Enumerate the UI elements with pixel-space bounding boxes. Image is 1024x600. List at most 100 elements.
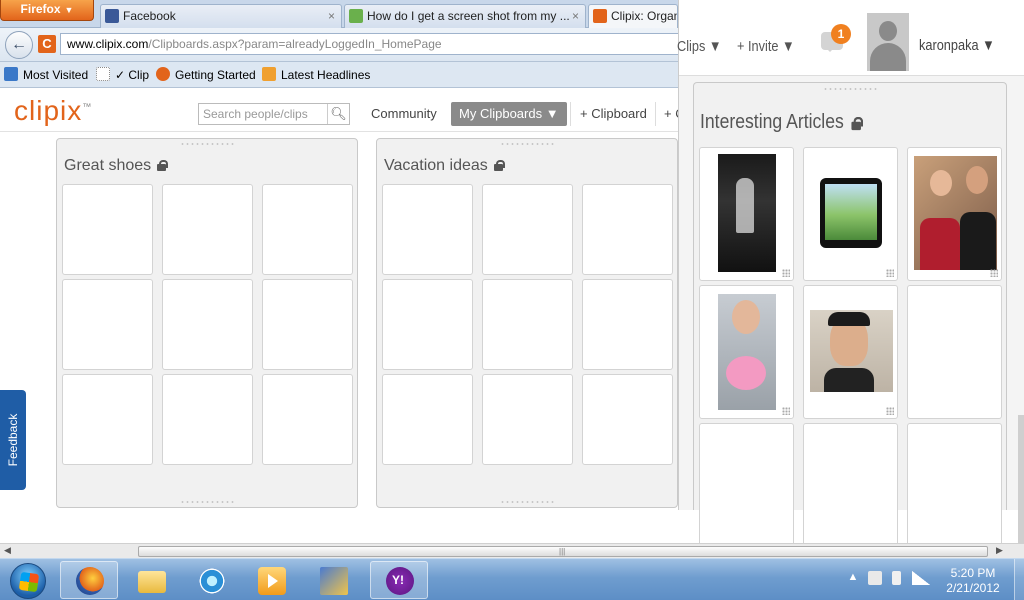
clipix-logo[interactable]: clipix™ xyxy=(14,95,92,127)
empty-clip-slot[interactable] xyxy=(382,374,473,465)
user-menu[interactable]: karonpaka ▼ xyxy=(919,37,995,54)
clipboard-vacation-ideas[interactable]: Vacation ideas xyxy=(376,138,678,508)
address-bar[interactable]: www.clipix.com/Clipboards.aspx?param=alr… xyxy=(60,33,678,55)
avatar[interactable] xyxy=(867,13,909,71)
show-desktop-button[interactable] xyxy=(1014,559,1024,600)
board-title[interactable]: Great shoes xyxy=(64,157,169,175)
empty-clip-slot[interactable] xyxy=(162,184,253,275)
bookmark-most-visited[interactable]: Most Visited xyxy=(4,67,88,82)
feedback-tab[interactable]: Feedback xyxy=(0,390,26,490)
drag-handle[interactable] xyxy=(180,142,234,146)
taskbar-app[interactable] xyxy=(304,561,362,599)
empty-clip-slot[interactable] xyxy=(262,184,353,275)
empty-clip-slot[interactable] xyxy=(482,184,573,275)
resize-handle[interactable] xyxy=(990,269,998,277)
bookmark-folder-icon xyxy=(4,67,18,81)
clip-couple-photo[interactable] xyxy=(907,147,1002,281)
facebook-icon xyxy=(105,9,119,23)
drag-handle[interactable] xyxy=(500,142,554,146)
clip-gps-device[interactable] xyxy=(803,147,898,281)
notification-badge[interactable]: 1 xyxy=(831,24,851,44)
drag-handle[interactable] xyxy=(500,500,554,504)
security-alert-icon[interactable] xyxy=(868,571,882,585)
clipboard-great-shoes[interactable]: Great shoes xyxy=(56,138,358,508)
close-icon[interactable]: × xyxy=(328,5,335,27)
scroll-left-arrow-icon[interactable]: ◀ xyxy=(4,545,11,556)
scroll-right-arrow-icon[interactable]: ▶ xyxy=(996,545,1003,556)
empty-clip-slot[interactable] xyxy=(907,423,1002,557)
taskbar-file-explorer[interactable] xyxy=(122,561,180,599)
bookmark-latest-headlines[interactable]: Latest Headlines xyxy=(262,67,370,82)
empty-clip-slot[interactable] xyxy=(62,184,153,275)
empty-clip-slot[interactable] xyxy=(482,374,573,465)
vertical-scrollbar-track[interactable] xyxy=(1018,415,1024,543)
clipboard-interesting-articles[interactable]: Interesting Articles xyxy=(693,82,1007,557)
drag-handle[interactable] xyxy=(180,500,234,504)
bookmark-label: ✓ Clip xyxy=(115,68,150,82)
battery-icon[interactable] xyxy=(892,571,901,585)
yahoo-messenger-icon xyxy=(386,567,414,595)
empty-clip-slot[interactable] xyxy=(582,374,673,465)
clock[interactable]: 5:20 PM 2/21/2012 xyxy=(930,566,1016,596)
clip-movie-poster[interactable] xyxy=(699,147,794,281)
community-link[interactable]: Community xyxy=(371,106,437,121)
taskbar-media-player[interactable] xyxy=(242,561,300,599)
search-input[interactable]: Search people/clips 🔍︎ xyxy=(198,103,350,125)
bookmark-getting-started[interactable]: Getting Started xyxy=(156,67,256,82)
unlock-icon[interactable] xyxy=(851,116,864,131)
bookmark-label: Getting Started xyxy=(175,68,256,82)
unlock-icon[interactable] xyxy=(157,160,169,171)
resize-handle[interactable] xyxy=(886,269,894,277)
tab-clipix[interactable]: Clipix: Organ xyxy=(588,4,678,28)
start-button[interactable] xyxy=(2,560,54,600)
empty-clip-slot[interactable] xyxy=(162,374,253,465)
empty-clip-slot[interactable] xyxy=(162,279,253,370)
empty-clip-slot[interactable] xyxy=(382,279,473,370)
horizontal-scrollbar[interactable]: ◀ ||| ▶ xyxy=(0,543,1024,558)
empty-clip-slot[interactable] xyxy=(262,279,353,370)
my-clipboards-button[interactable]: My Clipboards ▼ xyxy=(451,102,567,126)
empty-clip-slot[interactable] xyxy=(62,279,153,370)
back-arrow-icon[interactable]: ← xyxy=(5,31,33,59)
site-identity-icon[interactable]: C xyxy=(38,35,56,53)
empty-clip-slot[interactable] xyxy=(482,279,573,370)
empty-clip-slot[interactable] xyxy=(582,184,673,275)
taskbar-internet-explorer[interactable] xyxy=(182,561,240,599)
board-title[interactable]: Interesting Articles xyxy=(700,111,864,134)
unlock-icon[interactable] xyxy=(493,160,505,171)
close-icon[interactable]: × xyxy=(572,5,579,27)
answers-icon xyxy=(349,9,363,23)
empty-clip-slot[interactable] xyxy=(699,423,794,557)
clip-piggy-bank-photo[interactable] xyxy=(699,285,794,419)
empty-clip-slot[interactable] xyxy=(382,184,473,275)
clip-portrait-photo[interactable] xyxy=(803,285,898,419)
board-title[interactable]: Vacation ideas xyxy=(384,157,505,175)
add-clipboard-button[interactable]: + Clipboard xyxy=(580,106,647,121)
dotted-page-icon xyxy=(96,67,110,81)
network-signal-icon[interactable] xyxy=(912,571,930,585)
chevron-down-icon: ▼ xyxy=(64,5,74,15)
invite-menu[interactable]: + Invite ▼ xyxy=(737,38,795,55)
empty-clip-slot[interactable] xyxy=(907,285,1002,419)
resize-handle[interactable] xyxy=(886,407,894,415)
empty-clip-slot[interactable] xyxy=(803,423,898,557)
tab-screenshot-question[interactable]: How do I get a screen shot from my ... × xyxy=(344,4,586,28)
dark-jacket xyxy=(960,212,996,270)
hair xyxy=(828,312,870,326)
taskbar-firefox[interactable] xyxy=(60,561,118,599)
empty-clip-slot[interactable] xyxy=(582,279,673,370)
avatar-body xyxy=(870,43,906,71)
search-icon[interactable]: 🔍︎ xyxy=(327,104,349,124)
firefox-menu-button[interactable]: Firefox ▼ xyxy=(0,0,94,21)
taskbar-yahoo-messenger[interactable] xyxy=(370,561,428,599)
clips-menu[interactable]: Clips ▼ xyxy=(677,38,722,55)
scrollbar-thumb[interactable]: ||| xyxy=(138,546,988,557)
empty-clip-slot[interactable] xyxy=(62,374,153,465)
drag-handle[interactable] xyxy=(823,87,877,91)
empty-clip-slot[interactable] xyxy=(262,374,353,465)
tab-facebook[interactable]: Facebook × xyxy=(100,4,342,28)
bookmark-clip[interactable]: ✓ Clip xyxy=(96,67,149,82)
resize-handle[interactable] xyxy=(782,407,790,415)
resize-handle[interactable] xyxy=(782,269,790,277)
show-hidden-icons-icon[interactable]: ▲ xyxy=(846,571,860,587)
